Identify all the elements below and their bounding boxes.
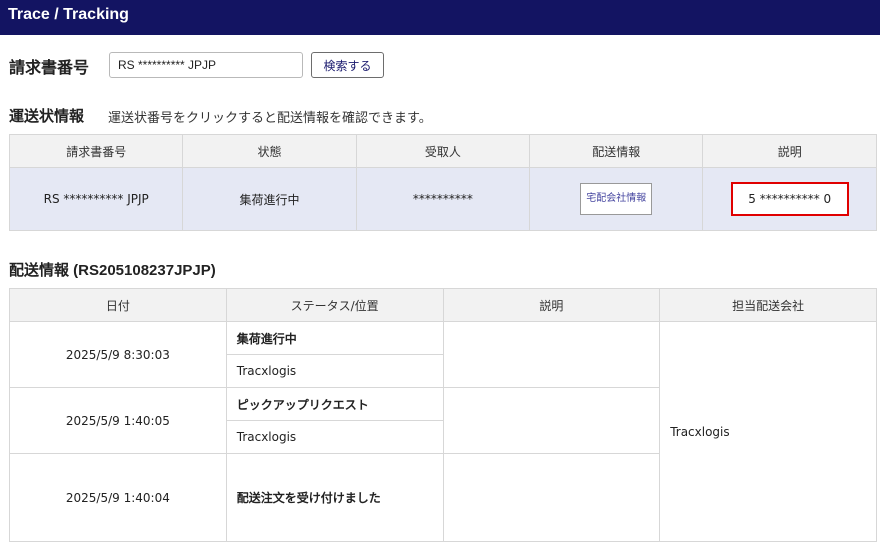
- col-invoice-number: 請求書番号: [8, 134, 184, 168]
- waybill-section-title: 運送状情報: [9, 107, 85, 125]
- table-row: 2025/5/9 8:30:03 集荷進行中 Tracxlogis: [9, 321, 877, 542]
- search-button[interactable]: 検索する: [311, 52, 384, 78]
- courier-info-button[interactable]: 宅配会社情報: [580, 183, 653, 215]
- waybill-invoice-link[interactable]: RS ********** JPJP: [8, 167, 184, 231]
- search-label: 請求書番号: [9, 58, 90, 77]
- detail-header-row: 日付 ステータス/位置 説明 担当配送会社: [9, 288, 877, 322]
- detail-date: 2025/5/9 1:40:04: [9, 453, 227, 542]
- detail-carrier: Tracxlogis: [659, 321, 877, 542]
- waybill-status: 集荷進行中: [182, 167, 357, 231]
- col-carrier: 担当配送会社: [659, 288, 877, 322]
- col-date: 日付: [9, 288, 227, 322]
- detail-date: 2025/5/9 1:40:05: [9, 387, 227, 454]
- col-detail-description: 説明: [442, 288, 661, 322]
- detail-description: [442, 453, 661, 542]
- detail-status: 集荷進行中: [225, 321, 444, 355]
- col-delivery-info: 配送情報: [529, 134, 704, 168]
- description-highlight: 5 ********** 0: [730, 182, 849, 216]
- header-bar: Trace / Tracking: [0, 0, 880, 35]
- waybill-description-cell: 5 ********** 0: [702, 167, 877, 231]
- detail-status: 配送注文を受け付けました: [225, 453, 444, 542]
- page-title: Trace / Tracking: [8, 6, 129, 23]
- col-status: 状態: [182, 134, 357, 168]
- detail-location: Tracxlogis: [225, 420, 444, 454]
- detail-section-title: 配送情報 (RS205108237JPJP): [9, 262, 216, 279]
- detail-description: [442, 387, 661, 454]
- waybill-section-note: 運送状番号をクリックすると配送情報を確認できます。: [108, 111, 432, 126]
- invoice-search-input[interactable]: [109, 52, 303, 78]
- delivery-detail-table: 日付 ステータス/位置 説明 担当配送会社 2025/5/9 8:30:03 集…: [9, 288, 877, 542]
- col-recipient: 受取人: [355, 134, 531, 168]
- detail-status: ピックアップリクエスト: [225, 387, 444, 421]
- waybill-header-row: 請求書番号 状態 受取人 配送情報 説明: [8, 134, 877, 168]
- col-description: 説明: [702, 134, 877, 168]
- detail-description: [442, 321, 661, 388]
- waybill-table: 請求書番号 状態 受取人 配送情報 説明 RS ********** JPJP …: [8, 134, 877, 231]
- col-status-location: ステータス/位置: [225, 288, 444, 322]
- table-row[interactable]: RS ********** JPJP 集荷進行中 ********** 宅配会社…: [8, 167, 877, 231]
- detail-date: 2025/5/9 8:30:03: [9, 321, 227, 388]
- waybill-recipient: **********: [355, 167, 531, 231]
- waybill-delivery-cell: 宅配会社情報: [529, 167, 704, 231]
- detail-location: Tracxlogis: [225, 354, 444, 388]
